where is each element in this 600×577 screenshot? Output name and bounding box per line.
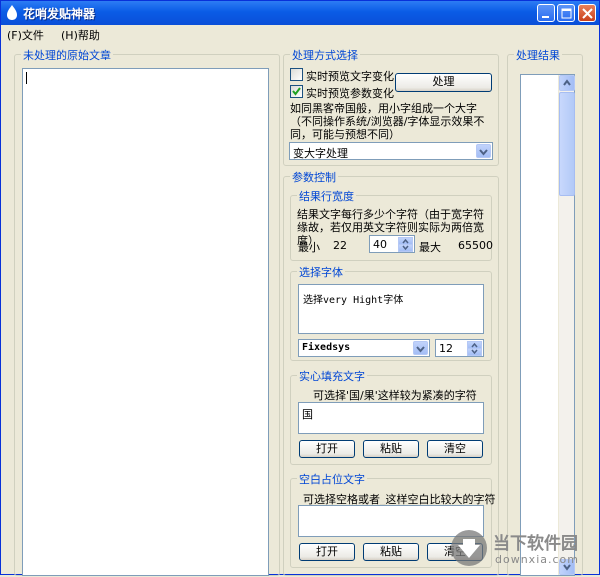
font-family-value: Fixedsys (302, 342, 351, 353)
spin-down-button[interactable] (467, 348, 482, 356)
font-family-dropdown-button[interactable] (413, 341, 428, 355)
fill-clear-button[interactable]: 清空 (427, 440, 483, 458)
line-width-value: 40 (373, 238, 387, 251)
line-width-spinner[interactable]: 40 (369, 235, 415, 253)
maximize-icon (561, 8, 572, 19)
font-size-value: 12 (439, 342, 453, 355)
main-window: 花哨发贴神器 (F)文件 (H)帮助 未处理的原始文章 处理方式选择 实时预览文… (0, 0, 600, 576)
scroll-up-button[interactable] (559, 75, 575, 91)
line-width-title: 结果行宽度 (297, 188, 356, 204)
app-icon (7, 5, 17, 20)
max-value: 65500 (458, 239, 493, 252)
param-control-title: 参数控制 (290, 169, 338, 185)
fill-char-title: 实心填充文字 (297, 368, 367, 384)
chevron-down-icon (402, 245, 409, 251)
chevron-down-icon (471, 349, 478, 355)
scroll-thumb[interactable] (559, 92, 575, 196)
window-title: 花哨发贴神器 (23, 7, 96, 21)
fill-open-button[interactable]: 打开 (299, 440, 355, 458)
menu-help[interactable]: (H)帮助 (61, 27, 100, 43)
checkmark-icon (292, 87, 301, 96)
fill-paste-button[interactable]: 粘贴 (363, 440, 419, 458)
blank-char-title: 空白占位文字 (297, 471, 367, 487)
process-mode-select[interactable]: 变大字处理 (289, 142, 493, 160)
result-scrollbar[interactable] (558, 75, 575, 575)
result-textarea[interactable] (520, 74, 575, 576)
watermark: 当下软件园 downxia.com (449, 526, 597, 572)
title-bar[interactable]: 花哨发贴神器 (1, 1, 599, 25)
maximize-button[interactable] (557, 4, 575, 22)
chevron-up-icon (563, 79, 571, 86)
font-preview-text: 选择very Hight字体 (303, 295, 404, 306)
fill-char-value: 国 (302, 408, 313, 421)
font-preview-textbox[interactable]: 选择very Hight字体 (298, 284, 484, 334)
minimize-icon (542, 16, 549, 18)
chevron-down-icon (479, 149, 488, 156)
spin-down-button[interactable] (398, 244, 413, 252)
source-article-title: 未处理的原始文章 (21, 47, 113, 63)
font-size-spinner[interactable]: 12 (435, 339, 484, 357)
menu-file[interactable]: (F)文件 (7, 27, 44, 43)
text-caret (26, 72, 27, 84)
result-title: 处理结果 (514, 47, 562, 63)
source-article-textarea[interactable] (22, 68, 269, 576)
min-label: 最小 (298, 241, 320, 254)
menu-bar: (F)文件 (H)帮助 (1, 25, 599, 43)
close-button[interactable] (578, 4, 596, 22)
watermark-brand: 当下软件园 (493, 534, 578, 554)
process-mode-title: 处理方式选择 (290, 47, 360, 63)
font-family-select[interactable]: Fixedsys (298, 339, 430, 357)
text-preview-checkbox[interactable] (290, 68, 303, 81)
text-preview-label: 实时预览文字变化 (306, 70, 394, 83)
watermark-logo-icon (451, 530, 487, 566)
process-mode-value: 变大字处理 (293, 147, 348, 160)
min-value: 22 (333, 239, 347, 252)
watermark-domain: downxia.com (495, 553, 579, 566)
close-icon (582, 8, 593, 19)
blank-paste-button[interactable]: 粘贴 (363, 543, 419, 561)
process-description: 如同黑客帝国般，用小字组成一个大字（不同操作系统/浏览器/字体显示效果不同，可能… (290, 102, 485, 141)
max-label: 最大 (419, 241, 441, 254)
fill-char-hint: 可选择'国/果'这样较为紧凑的字符 (313, 389, 477, 402)
minimize-button[interactable] (537, 4, 555, 22)
param-preview-checkbox[interactable] (290, 85, 303, 98)
process-mode-dropdown-button[interactable] (476, 144, 491, 158)
fill-char-textbox[interactable]: 国 (298, 402, 484, 434)
chevron-down-icon (416, 346, 425, 353)
process-button[interactable]: 处理 (395, 73, 492, 92)
font-select-title: 选择字体 (297, 264, 345, 280)
blank-open-button[interactable]: 打开 (299, 543, 355, 561)
param-preview-label: 实时预览参数变化 (306, 87, 394, 100)
